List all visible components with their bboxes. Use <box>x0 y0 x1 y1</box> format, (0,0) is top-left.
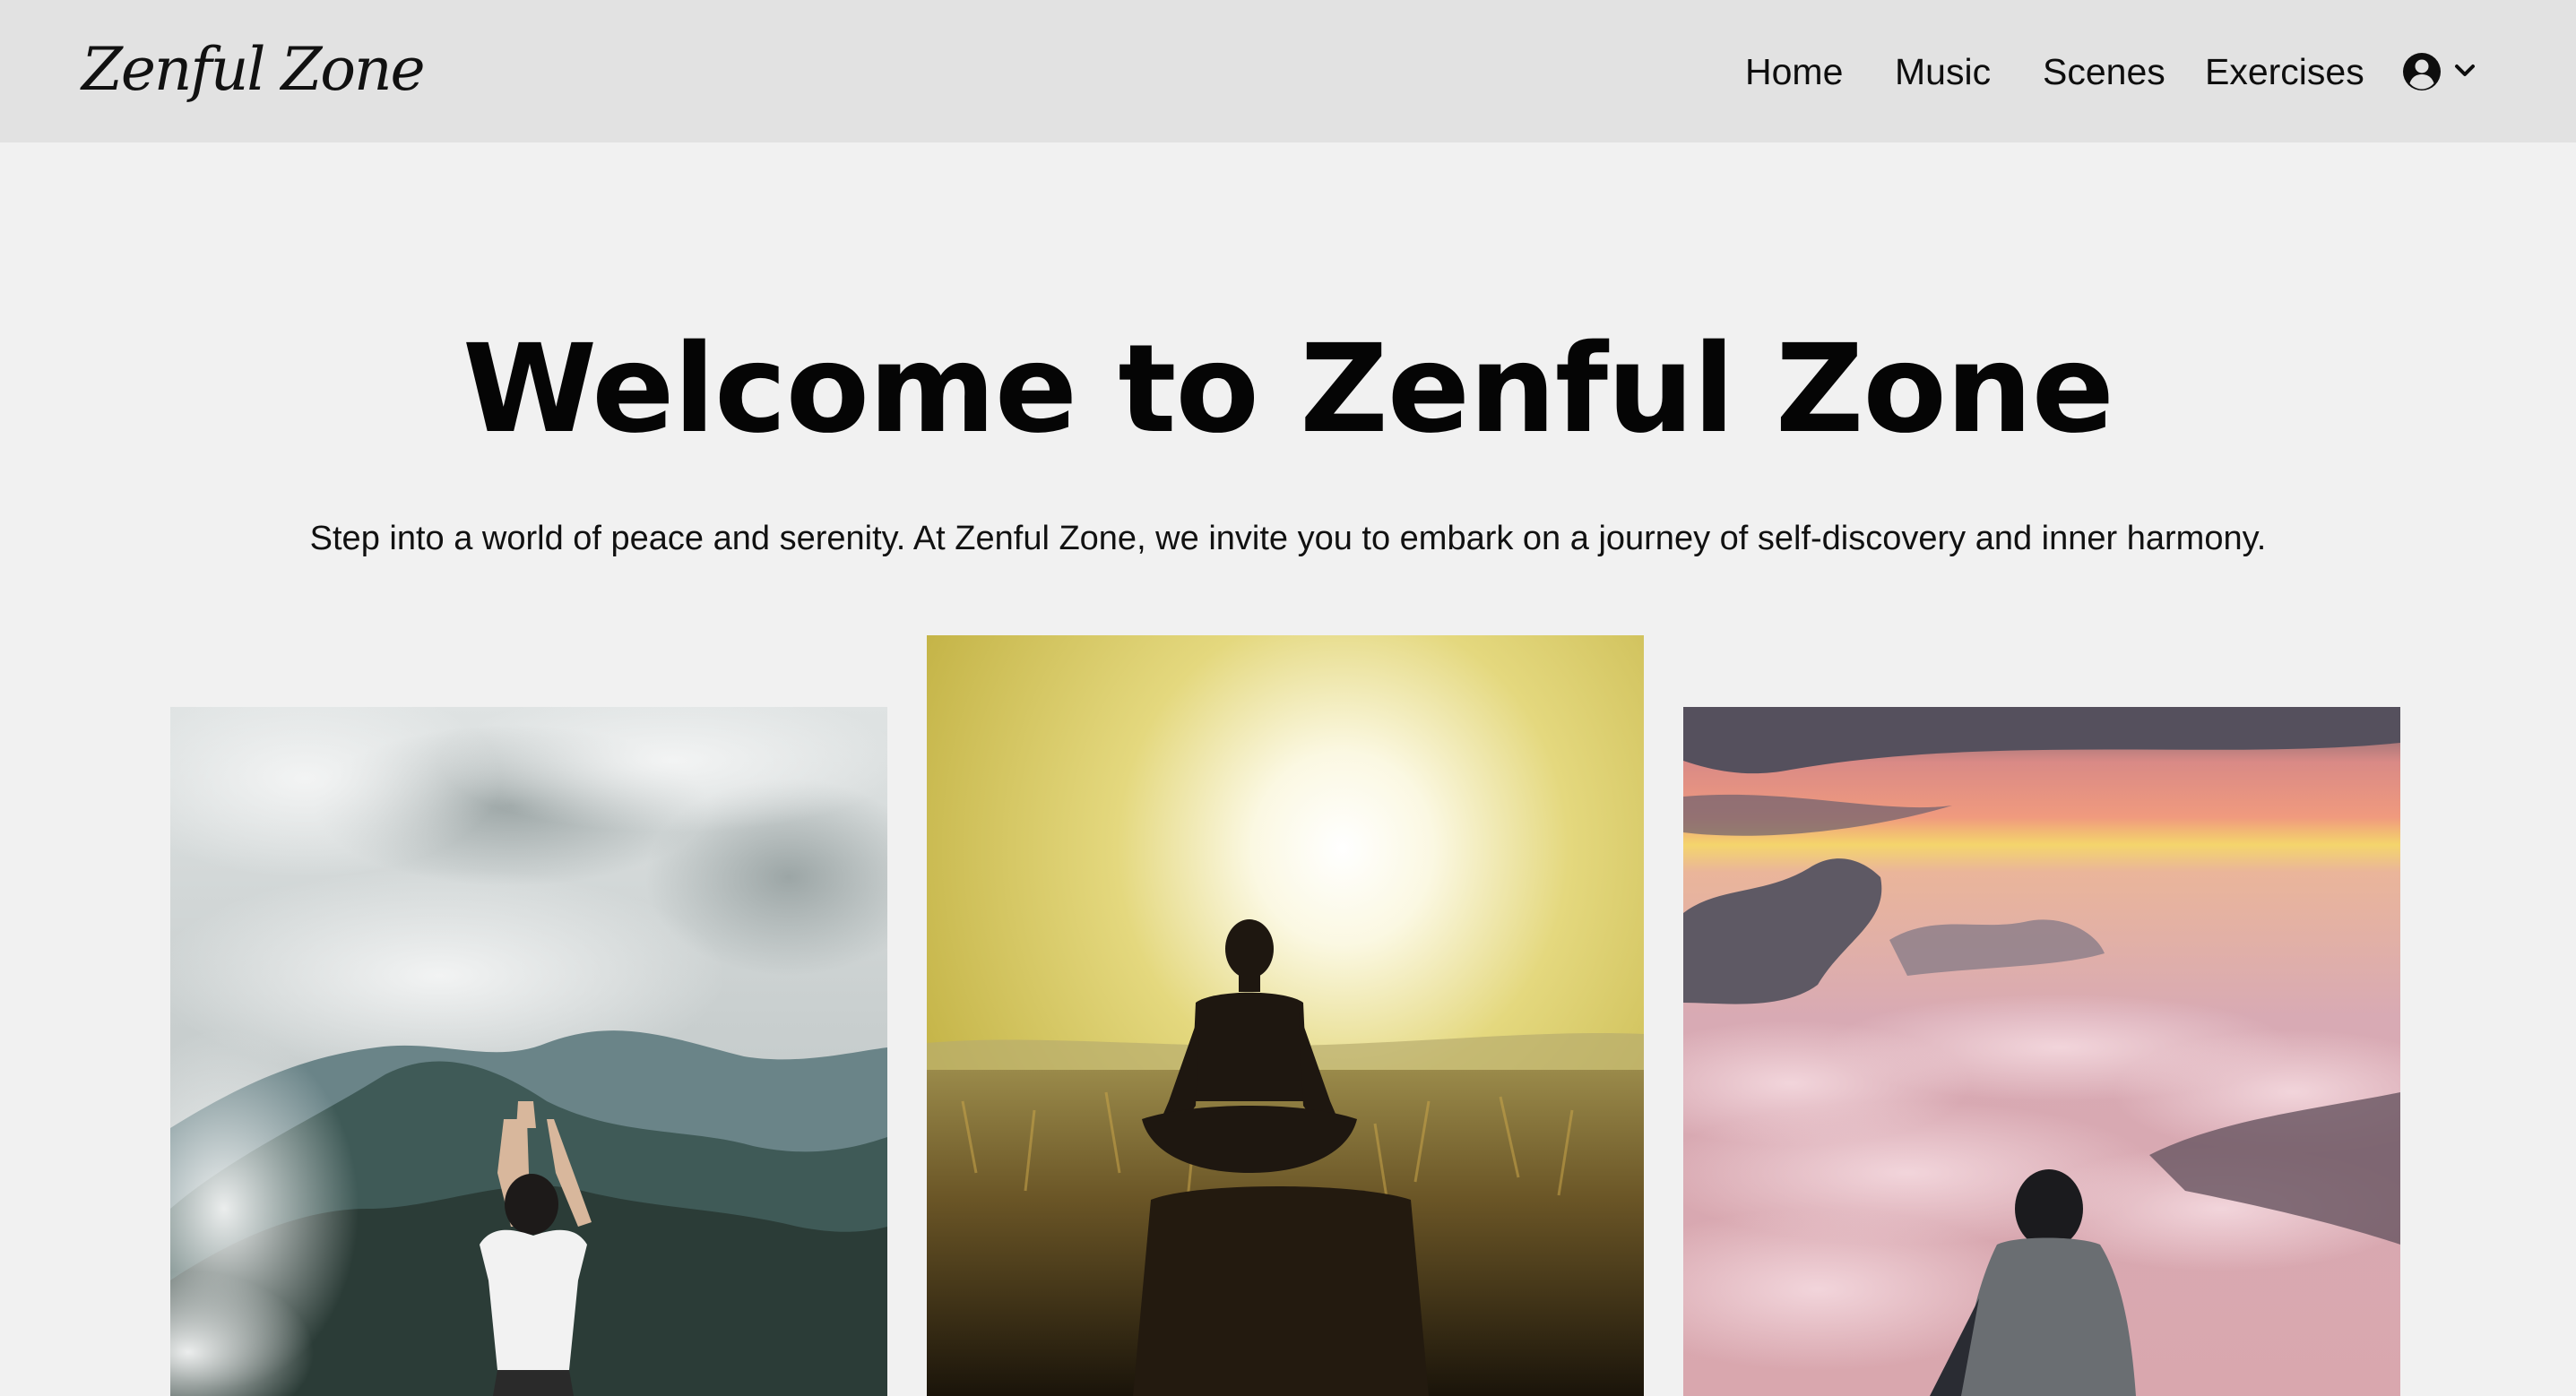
chevron-down-icon <box>2455 65 2475 76</box>
user-menu-button[interactable] <box>2402 50 2479 93</box>
nav-home-link[interactable]: Home <box>1745 47 1843 97</box>
nav-scenes-link[interactable]: Scenes <box>2043 47 2165 97</box>
page-title: Welcome to Zenful Zone <box>462 319 2114 461</box>
nav-exercises-link[interactable]: Exercises <box>2205 47 2364 97</box>
user-circle-icon <box>2403 53 2441 90</box>
gallery-image-sunset-meditation <box>927 635 1644 1396</box>
nav-music-link[interactable]: Music <box>1895 47 1991 97</box>
gallery-image-yoga-mountain <box>170 707 887 1396</box>
top-navbar: Zenful Zone Home Music Scenes Exercises <box>0 0 2576 142</box>
gallery-image-pink-clouds <box>1683 707 2400 1396</box>
brand-logo[interactable]: Zenful Zone <box>82 25 426 115</box>
hero-subtitle: Step into a world of peace and serenity.… <box>309 520 2267 557</box>
